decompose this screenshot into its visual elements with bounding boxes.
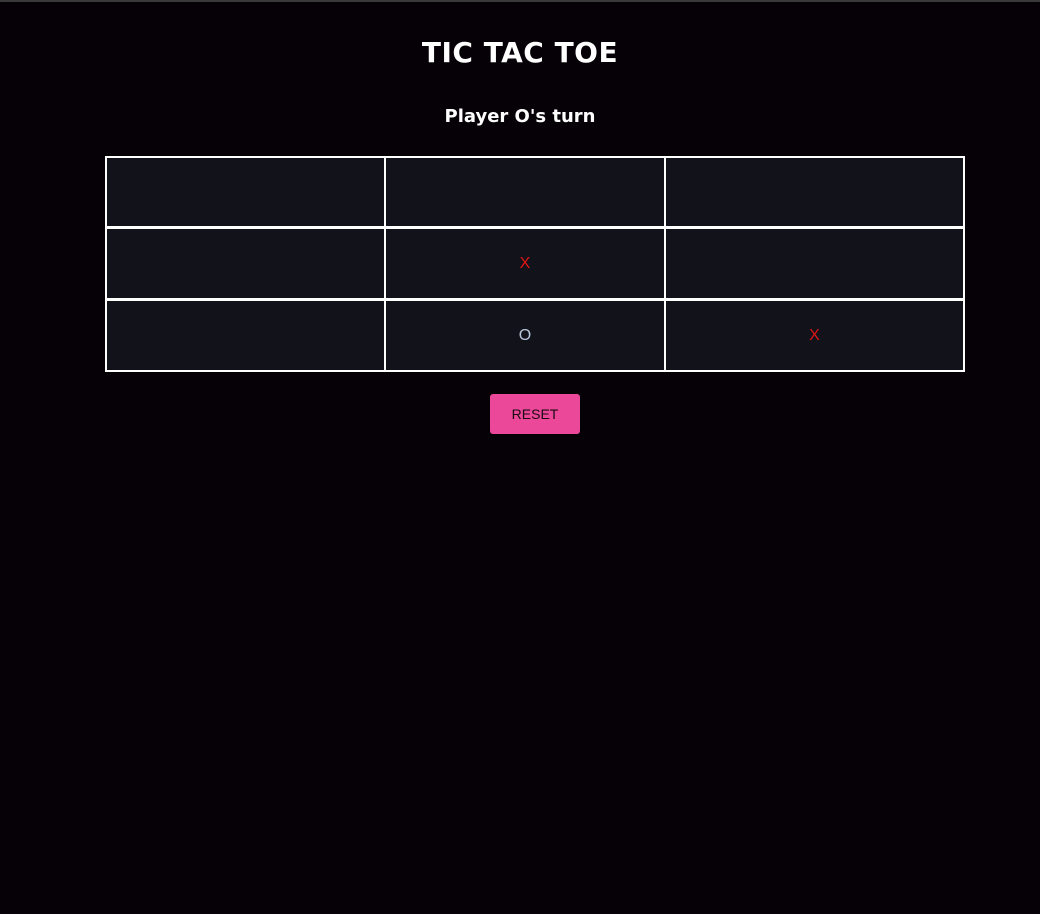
board-cell-r1-c1[interactable]: [105, 156, 386, 228]
turn-status: Player O's turn: [444, 106, 596, 127]
reset-button[interactable]: RESET: [490, 394, 580, 434]
game-title: TIC TAC TOE: [421, 36, 619, 69]
board-cell-r1-c2[interactable]: [384, 156, 666, 228]
board-cell-r2-c1[interactable]: [105, 227, 386, 300]
board-cell-r2-c2[interactable]: X: [384, 227, 666, 300]
board-cell-r2-c3[interactable]: [664, 227, 965, 300]
window-top-border: [0, 0, 1040, 2]
board-cell-r3-c1[interactable]: [105, 299, 386, 372]
board-cell-r3-c3[interactable]: X: [664, 299, 965, 372]
board-cell-r1-c3[interactable]: [664, 156, 965, 228]
board-cell-r3-c2[interactable]: O: [384, 299, 666, 372]
